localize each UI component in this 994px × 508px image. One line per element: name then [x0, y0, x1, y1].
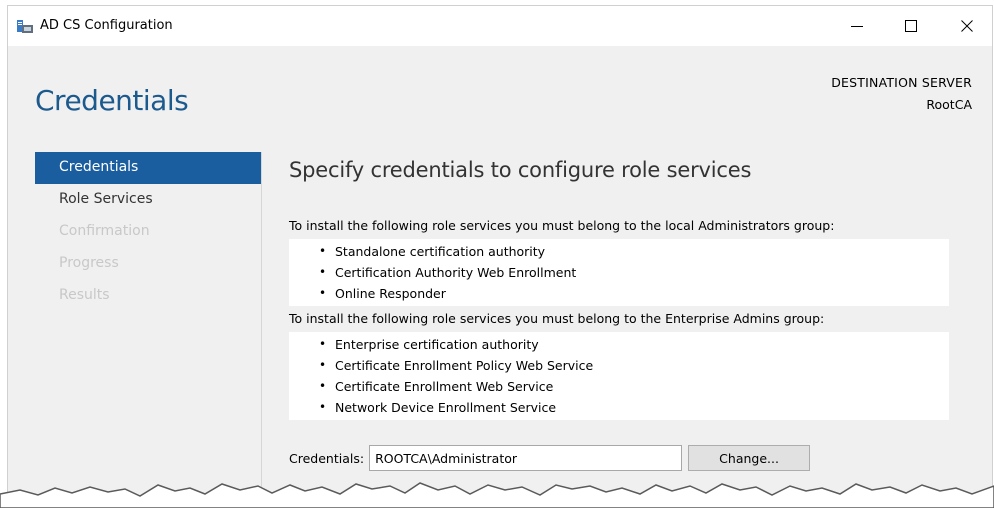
page-title: Credentials — [35, 84, 189, 117]
credentials-field[interactable] — [369, 445, 683, 471]
list-item: Network Device Enrollment Service — [315, 397, 949, 418]
server-manager-icon — [16, 18, 34, 34]
minimize-button[interactable] — [834, 12, 880, 40]
app-window: AD CS Configuration Credentials DESTINAT… — [7, 5, 993, 508]
wizard-nav: Credentials Role Services Confirmation P… — [35, 152, 262, 312]
nav-divider — [261, 152, 262, 507]
list-item: Certificate Enrollment Web Service — [315, 376, 949, 397]
enterprise-admins-intro: To install the following role services y… — [289, 311, 825, 326]
credentials-label: Credentials: — [289, 450, 365, 466]
destination-server-info: DESTINATION SERVER RootCA — [831, 72, 972, 116]
minimize-icon — [851, 20, 863, 32]
maximize-button[interactable] — [888, 12, 934, 40]
torn-edge-decoration — [0, 482, 994, 508]
nav-item-role-services[interactable]: Role Services — [35, 184, 262, 216]
list-item: Enterprise certification authority — [315, 334, 949, 355]
destination-label: DESTINATION SERVER — [831, 75, 972, 90]
list-item: Certification Authority Web Enrollment — [315, 262, 949, 283]
list-item: Standalone certification authority — [315, 241, 949, 262]
nav-item-results: Results — [59, 287, 110, 303]
credentials-row: Credentials: Change... — [289, 444, 811, 472]
close-button[interactable] — [944, 12, 990, 40]
title-bar[interactable]: AD CS Configuration — [8, 6, 992, 46]
nav-item-progress: Progress — [59, 255, 119, 271]
maximize-icon — [905, 20, 917, 32]
destination-server-name: RootCA — [926, 97, 972, 112]
nav-item-credentials[interactable]: Credentials — [35, 152, 262, 184]
content-heading: Specify credentials to configure role se… — [289, 158, 752, 182]
list-item: Online Responder — [315, 283, 949, 304]
change-credentials-button[interactable]: Change... — [688, 445, 811, 471]
local-admins-list: Standalone certification authority Certi… — [289, 239, 949, 306]
close-icon — [961, 20, 973, 32]
content-pane: Specify credentials to configure role se… — [289, 152, 979, 420]
nav-item-confirmation: Confirmation — [59, 223, 150, 239]
local-admins-intro: To install the following role services y… — [289, 218, 835, 233]
list-item: Certificate Enrollment Policy Web Servic… — [315, 355, 949, 376]
wizard-body: Credentials DESTINATION SERVER RootCA Cr… — [8, 46, 992, 507]
window-title: AD CS Configuration — [40, 18, 173, 33]
enterprise-admins-list: Enterprise certification authority Certi… — [289, 332, 949, 420]
